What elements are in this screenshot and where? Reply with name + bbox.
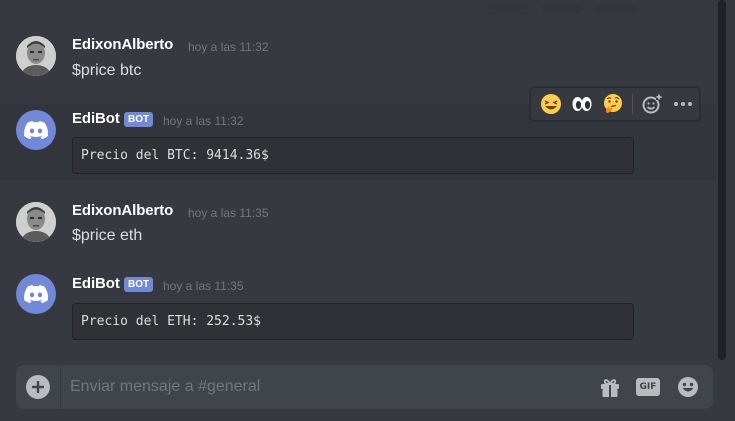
user-photo-avatar-icon [16, 36, 56, 76]
user-avatar[interactable] [16, 36, 56, 76]
message-timestamp: hoy a las 11:32 [188, 40, 269, 54]
message-code-block: Precio del BTC: 9414.36$ [72, 137, 634, 174]
bot-tag-badge: BOT [124, 112, 154, 127]
bot-avatar[interactable] [16, 110, 56, 150]
laughing-emoji-reaction-button[interactable] [535, 88, 566, 120]
thinking-emoji-reaction-button[interactable] [597, 88, 628, 120]
message-timestamp: hoy a las 11:35 [163, 279, 244, 293]
chat-scrollbar[interactable] [718, 0, 726, 360]
previous-message-remnant [488, 0, 688, 16]
message-hover-toolbar [530, 87, 700, 121]
message-input[interactable] [70, 365, 580, 409]
message-text: $price eth [72, 227, 143, 244]
message-timestamp: hoy a las 11:32 [163, 114, 244, 128]
discord-logo-icon [24, 285, 48, 303]
add-reaction-button[interactable] [637, 88, 668, 120]
message-username[interactable]: EdixonAlberto [72, 202, 173, 219]
more-options-icon [674, 102, 693, 106]
message-composer: GIF [16, 365, 713, 409]
message: EdixonAlberto hoy a las 11:32 $price btc [0, 28, 716, 88]
message-timestamp: hoy a las 11:35 [188, 206, 269, 220]
message-code-block: Precio del ETH: 252.53$ [72, 303, 634, 340]
gif-button[interactable]: GIF [636, 375, 660, 399]
message: EdixonAlberto hoy a las 11:35 $price eth [0, 194, 716, 254]
composer-divider [60, 365, 61, 409]
message-username[interactable]: EdiBot [72, 110, 120, 127]
gift-icon [601, 379, 619, 397]
gift-button[interactable] [598, 375, 622, 399]
laughing-emoji-icon [540, 94, 561, 114]
gif-icon: GIF [636, 378, 660, 396]
message-username[interactable]: EdiBot [72, 275, 120, 292]
message-text: $price btc [72, 62, 142, 79]
add-reaction-icon [642, 94, 663, 114]
more-options-button[interactable] [668, 88, 699, 120]
toolbar-separator [632, 94, 633, 114]
thinking-emoji-icon [603, 94, 622, 113]
bot-avatar[interactable] [16, 274, 56, 314]
user-avatar[interactable] [16, 202, 56, 242]
emoji-picker-icon [678, 377, 698, 397]
attach-button[interactable] [26, 375, 50, 399]
eyes-emoji-icon [572, 97, 591, 111]
emoji-picker-button[interactable] [676, 375, 700, 399]
chat-messages: EdixonAlberto hoy a las 11:32 $price btc… [0, 0, 716, 360]
user-photo-avatar-icon [16, 202, 56, 242]
message-username[interactable]: EdixonAlberto [72, 36, 173, 53]
bot-tag-badge: BOT [124, 277, 154, 292]
discord-logo-icon [24, 121, 48, 139]
attach-plus-icon [32, 381, 44, 393]
eyes-emoji-reaction-button[interactable] [566, 88, 597, 120]
message: EdiBot BOT hoy a las 11:35 Precio del ET… [0, 268, 716, 348]
